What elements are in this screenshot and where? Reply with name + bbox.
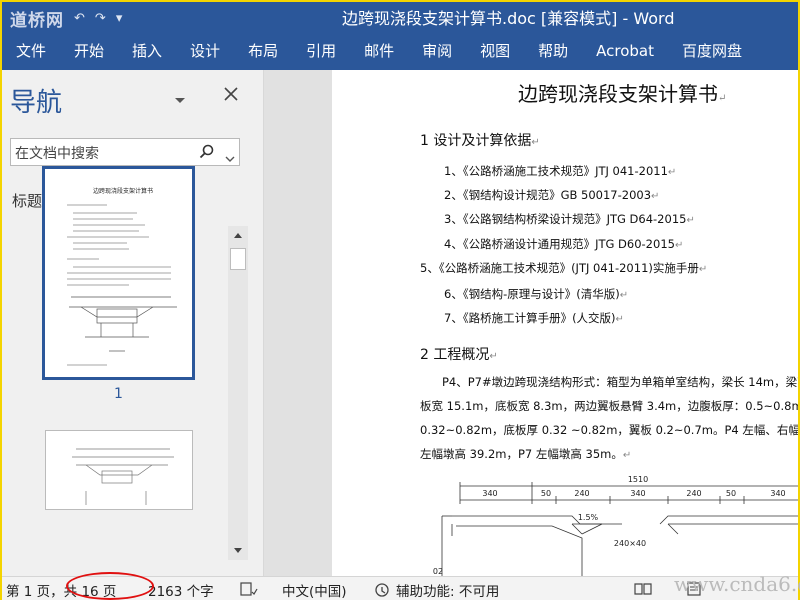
thumbnail-page-number: 1	[114, 386, 123, 402]
proofing-icon[interactable]	[240, 582, 258, 600]
page-thumbnail-2[interactable]	[45, 430, 193, 510]
slope-label: 1.5%	[578, 513, 599, 522]
dim: 240	[574, 489, 589, 498]
scroll-down-icon[interactable]	[228, 540, 248, 560]
tab-file[interactable]: 文件	[2, 32, 60, 70]
document-title: 边跨现浇段支架计算书.doc [兼容模式] - Word	[342, 9, 675, 28]
reference-item: 4、《公路桥涵设计通用规范》JTG D60-2015↵	[444, 237, 684, 251]
dim: 50	[541, 489, 551, 498]
site-logo-watermark: 道桥网	[10, 11, 64, 31]
title-bar: 道桥网 ↶ ↷ ▾ 边跨现浇段支架计算书.doc [兼容模式] - Word	[2, 2, 798, 32]
overview-line: P4、P7#墩边跨现浇结构形式：箱型为单箱单室结构，梁长 14m，梁高 4	[442, 375, 798, 389]
dim: 340	[770, 489, 785, 498]
dim: 50	[726, 489, 736, 498]
nav-pane-title: 导航	[10, 88, 63, 118]
tab-mailings[interactable]: 邮件	[350, 32, 408, 70]
ribbon-tab-bar: 文件 开始 插入 设计 布局 引用 邮件 审阅 视图 帮助 Acrobat 百度…	[2, 32, 798, 90]
accessibility-icon[interactable]	[374, 582, 392, 600]
document-gutter	[264, 70, 332, 576]
overview-line: 左幅墩高 39.2m，P7 左幅墩高 35m。↵	[420, 447, 632, 461]
dim: 240	[686, 489, 701, 498]
chamfer-label: 240×40	[614, 539, 646, 548]
tab-layout[interactable]: 布局	[234, 32, 292, 70]
tab-home[interactable]: 开始	[60, 32, 118, 70]
undo-icon[interactable]: ↶	[74, 11, 85, 26]
document-page[interactable]: 边跨现浇段支架计算书↵ 1 设计及计算依据↵ 1、《公路桥涵施工技术规范》JTJ…	[332, 70, 798, 576]
scroll-thumb[interactable]	[230, 248, 246, 270]
accessibility-status[interactable]: 辅助功能: 不可用	[396, 580, 499, 600]
section-heading-2: 2 工程概况↵	[420, 347, 498, 363]
tab-design[interactable]: 设计	[176, 32, 234, 70]
tab-insert[interactable]: 插入	[118, 32, 176, 70]
reference-item: 2、《钢结构设计规范》GB 50017-2003↵	[444, 188, 660, 202]
section-heading-1: 1 设计及计算依据↵	[420, 133, 540, 149]
tab-references[interactable]: 引用	[292, 32, 350, 70]
nav-search-input[interactable]: 在文档中搜索	[10, 138, 240, 166]
chevron-down-icon[interactable]	[174, 90, 186, 109]
cross-section-drawing: 1510 340 50 240 340 240 50 340 1.5% 240×…	[433, 476, 798, 576]
overview-line: 0.32~0.82m，底板厚 0.32 ~0.82m，翼板 0.2~0.7m。P…	[420, 423, 798, 437]
tab-help[interactable]: 帮助	[524, 32, 582, 70]
read-mode-icon[interactable]	[634, 582, 652, 600]
site-watermark: www.cnda6.com	[674, 572, 800, 596]
annotation-circle	[66, 572, 154, 600]
thumbnail-scrollbar[interactable]	[228, 226, 248, 560]
chevron-down-icon[interactable]	[225, 148, 235, 167]
dim-top: 1510	[628, 476, 648, 484]
page-thumbnail-1[interactable]: 边跨现浇段支架计算书	[42, 166, 195, 380]
search-icon[interactable]	[199, 144, 215, 164]
overview-line: 板宽 15.1m，底板宽 8.3m，两边翼板悬臂 3.4m，边腹板厚：0.5~0…	[420, 399, 798, 413]
tab-view[interactable]: 视图	[466, 32, 524, 70]
dim: 340	[482, 489, 497, 498]
dim: 340	[630, 489, 645, 498]
scroll-up-icon[interactable]	[228, 226, 248, 246]
tab-baidu-netdisk[interactable]: 百度网盘	[668, 32, 756, 70]
search-placeholder: 在文档中搜索	[15, 146, 99, 162]
reference-item: 6、《钢结构-原理与设计》(清华版)↵	[444, 287, 629, 301]
thumb-title: 边跨现浇段支架计算书	[93, 187, 153, 195]
quick-access-toolbar: 道桥网 ↶ ↷ ▾	[10, 6, 122, 31]
tab-review[interactable]: 审阅	[408, 32, 466, 70]
reference-item: 7、《路桥施工计算手册》(人交版)↵	[444, 311, 624, 325]
reference-item: 5、《公路桥涵施工技术规范》(JTJ 041-2011)实施手册↵	[420, 261, 708, 275]
customize-qat-icon[interactable]: ▾	[116, 11, 123, 26]
reference-item: 1、《公路桥涵施工技术规范》JTJ 041-2011↵	[444, 164, 677, 178]
word-count-status[interactable]: 2163 个字	[148, 580, 214, 600]
close-icon[interactable]	[224, 86, 238, 105]
tab-headings[interactable]: 标题	[12, 190, 42, 211]
document-title-heading: 边跨现浇段支架计算书↵	[518, 82, 727, 106]
tab-acrobat[interactable]: Acrobat	[582, 32, 668, 70]
language-status[interactable]: 中文(中国)	[282, 580, 347, 600]
redo-icon[interactable]: ↷	[95, 11, 106, 26]
side-dim-label: 02	[433, 567, 443, 576]
reference-item: 3、《公路钢结构桥梁设计规范》JTG D64-2015↵	[444, 212, 695, 226]
